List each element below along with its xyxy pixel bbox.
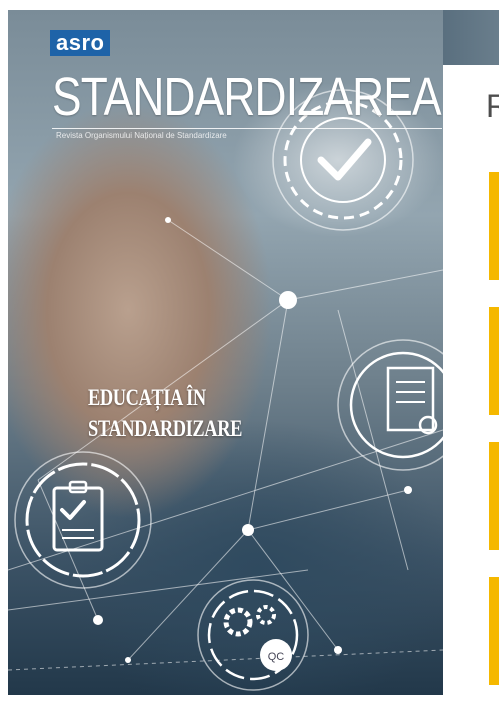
panel-heading: R: [486, 88, 499, 124]
article-accent-bar-3[interactable]: [489, 442, 499, 550]
masthead-divider: [52, 128, 442, 129]
qc-badge-label: QC: [268, 651, 285, 663]
gears-qc-icon: [197, 579, 309, 691]
certificate-icon: [337, 339, 443, 471]
masthead-subtitle: Revista Organismului Național de Standar…: [56, 131, 227, 140]
headline-line-2: STANDARDIZARE: [88, 416, 242, 441]
asro-logo: asro: [50, 30, 111, 56]
cover-headline: EDUCAȚIA ÎN STANDARDIZARE: [88, 382, 264, 444]
article-accent-bar-1[interactable]: [489, 172, 499, 280]
magazine-masthead: STANDARDIZAREA: [52, 67, 442, 127]
clipboard-icon: [14, 451, 152, 589]
article-accent-bar-4[interactable]: [489, 577, 499, 685]
article-accent-bar-2[interactable]: [489, 307, 499, 415]
headline-line-1: EDUCAȚIA ÎN: [88, 385, 206, 410]
